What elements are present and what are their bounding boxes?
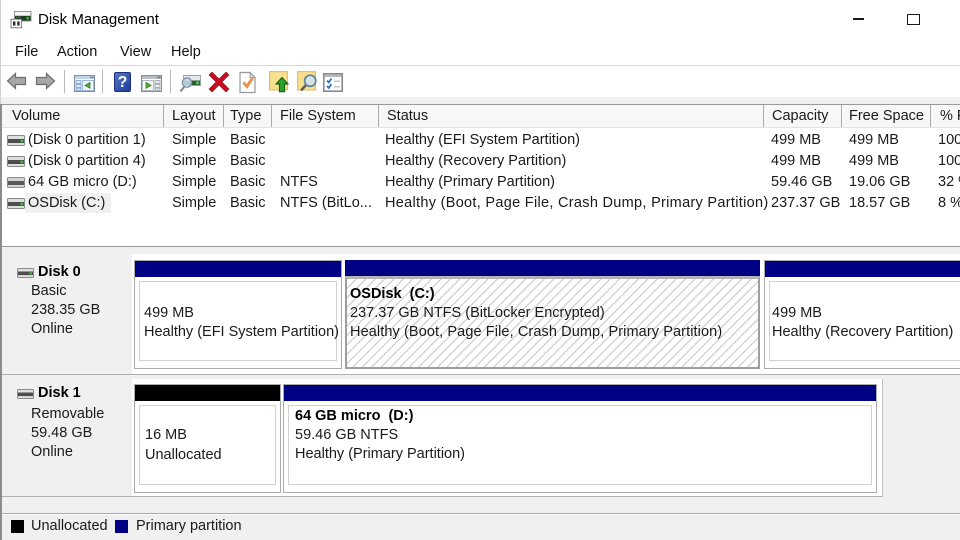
svg-text:?: ? — [118, 74, 128, 91]
